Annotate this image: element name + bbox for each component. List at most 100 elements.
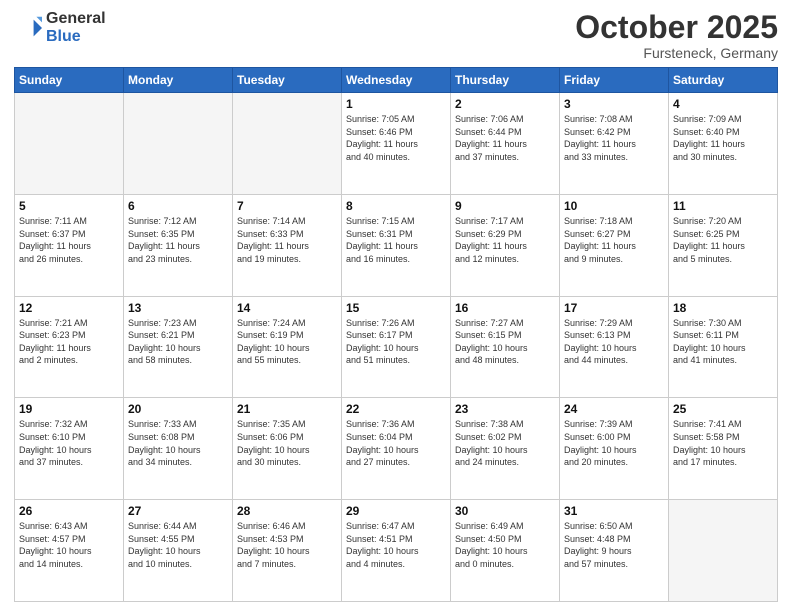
day-number: 16 bbox=[455, 301, 555, 315]
day-number: 26 bbox=[19, 504, 119, 518]
day-detail: Sunrise: 6:46 AM Sunset: 4:53 PM Dayligh… bbox=[237, 520, 337, 570]
logo-icon bbox=[14, 14, 42, 42]
calendar-table: SundayMondayTuesdayWednesdayThursdayFrid… bbox=[14, 67, 778, 602]
day-cell-2-5: 9Sunrise: 7:17 AM Sunset: 6:29 PM Daylig… bbox=[451, 194, 560, 296]
day-detail: Sunrise: 7:11 AM Sunset: 6:37 PM Dayligh… bbox=[19, 215, 119, 265]
weekday-header-sunday: Sunday bbox=[15, 68, 124, 93]
month-title: October 2025 bbox=[575, 10, 778, 45]
week-row-4: 19 Sunrise: 7:32 AM Sunset: 6:10 PM Dayli… bbox=[15, 398, 778, 500]
header: General Blue October 2025 Fursteneck, Ge… bbox=[14, 10, 778, 61]
day-detail: Sunrise: 7:06 AM Sunset: 6:44 PM Dayligh… bbox=[455, 113, 555, 163]
day-cell-5-4: 29 Sunrise: 6:47 AM Sunset: 4:51 PM Dayli… bbox=[342, 500, 451, 602]
day-number: 7 bbox=[237, 199, 337, 213]
day-cell-2-7: 11 Sunrise: 7:20 AM Sunset: 6:25 PM Dayli… bbox=[669, 194, 778, 296]
day-number: 5 bbox=[19, 199, 119, 213]
day-detail: Sunrise: 7:33 AM Sunset: 6:08 PM Dayligh… bbox=[128, 418, 228, 468]
day-detail: Sunrise: 7:23 AM Sunset: 6:21 PM Dayligh… bbox=[128, 317, 228, 367]
day-cell-4-2: 20 Sunrise: 7:33 AM Sunset: 6:08 PM Dayli… bbox=[124, 398, 233, 500]
day-cell-2-1: 5 Sunrise: 7:11 AM Sunset: 6:37 PM Daylig… bbox=[15, 194, 124, 296]
day-number: 29 bbox=[346, 504, 446, 518]
day-detail: Sunrise: 6:43 AM Sunset: 4:57 PM Dayligh… bbox=[19, 520, 119, 570]
day-cell-3-7: 18 Sunrise: 7:30 AM Sunset: 6:11 PM Dayli… bbox=[669, 296, 778, 398]
day-number: 2 bbox=[455, 97, 555, 111]
day-detail: Sunrise: 7:38 AM Sunset: 6:02 PM Dayligh… bbox=[455, 418, 555, 468]
day-cell-1-1 bbox=[15, 93, 124, 195]
day-number: 25 bbox=[673, 402, 773, 416]
day-detail: Sunrise: 7:30 AM Sunset: 6:11 PM Dayligh… bbox=[673, 317, 773, 367]
day-number: 20 bbox=[128, 402, 228, 416]
day-number: 30 bbox=[455, 504, 555, 518]
day-cell-3-6: 17 Sunrise: 7:29 AM Sunset: 6:13 PM Dayli… bbox=[560, 296, 669, 398]
day-number: 6 bbox=[128, 199, 228, 213]
day-number: 12 bbox=[19, 301, 119, 315]
day-detail: Sunrise: 6:50 AM Sunset: 4:48 PM Dayligh… bbox=[564, 520, 664, 570]
day-cell-5-6: 31 Sunrise: 6:50 AM Sunset: 4:48 PM Dayli… bbox=[560, 500, 669, 602]
day-number: 3 bbox=[564, 97, 664, 111]
day-number: 21 bbox=[237, 402, 337, 416]
week-row-2: 5 Sunrise: 7:11 AM Sunset: 6:37 PM Daylig… bbox=[15, 194, 778, 296]
day-number: 22 bbox=[346, 402, 446, 416]
weekday-header-wednesday: Wednesday bbox=[342, 68, 451, 93]
day-number: 17 bbox=[564, 301, 664, 315]
day-number: 13 bbox=[128, 301, 228, 315]
day-detail: Sunrise: 7:41 AM Sunset: 5:58 PM Dayligh… bbox=[673, 418, 773, 468]
day-cell-5-5: 30 Sunrise: 6:49 AM Sunset: 4:50 PM Dayli… bbox=[451, 500, 560, 602]
day-detail: Sunrise: 7:20 AM Sunset: 6:25 PM Dayligh… bbox=[673, 215, 773, 265]
day-cell-3-3: 14 Sunrise: 7:24 AM Sunset: 6:19 PM Dayli… bbox=[233, 296, 342, 398]
day-detail: Sunrise: 7:36 AM Sunset: 6:04 PM Dayligh… bbox=[346, 418, 446, 468]
day-cell-3-5: 16Sunrise: 7:27 AM Sunset: 6:15 PM Dayli… bbox=[451, 296, 560, 398]
logo: General Blue bbox=[14, 10, 106, 46]
day-detail: Sunrise: 7:09 AM Sunset: 6:40 PM Dayligh… bbox=[673, 113, 773, 163]
day-cell-4-6: 24Sunrise: 7:39 AM Sunset: 6:00 PM Dayli… bbox=[560, 398, 669, 500]
day-detail: Sunrise: 7:21 AM Sunset: 6:23 PM Dayligh… bbox=[19, 317, 119, 367]
day-number: 14 bbox=[237, 301, 337, 315]
weekday-header-thursday: Thursday bbox=[451, 68, 560, 93]
day-cell-5-1: 26 Sunrise: 6:43 AM Sunset: 4:57 PM Dayli… bbox=[15, 500, 124, 602]
logo-text: General Blue bbox=[46, 10, 106, 46]
day-cell-3-4: 15 Sunrise: 7:26 AM Sunset: 6:17 PM Dayli… bbox=[342, 296, 451, 398]
day-detail: Sunrise: 7:24 AM Sunset: 6:19 PM Dayligh… bbox=[237, 317, 337, 367]
day-detail: Sunrise: 7:29 AM Sunset: 6:13 PM Dayligh… bbox=[564, 317, 664, 367]
day-detail: Sunrise: 6:49 AM Sunset: 4:50 PM Dayligh… bbox=[455, 520, 555, 570]
day-cell-1-6: 3 Sunrise: 7:08 AM Sunset: 6:42 PM Daylig… bbox=[560, 93, 669, 195]
page: General Blue October 2025 Fursteneck, Ge… bbox=[0, 0, 792, 612]
day-number: 8 bbox=[346, 199, 446, 213]
day-number: 15 bbox=[346, 301, 446, 315]
day-number: 1 bbox=[346, 97, 446, 111]
day-cell-5-7 bbox=[669, 500, 778, 602]
day-cell-5-2: 27 Sunrise: 6:44 AM Sunset: 4:55 PM Dayli… bbox=[124, 500, 233, 602]
day-detail: Sunrise: 7:26 AM Sunset: 6:17 PM Dayligh… bbox=[346, 317, 446, 367]
day-number: 4 bbox=[673, 97, 773, 111]
weekday-header-tuesday: Tuesday bbox=[233, 68, 342, 93]
day-cell-4-1: 19 Sunrise: 7:32 AM Sunset: 6:10 PM Dayli… bbox=[15, 398, 124, 500]
day-number: 19 bbox=[19, 402, 119, 416]
day-number: 31 bbox=[564, 504, 664, 518]
day-detail: Sunrise: 7:08 AM Sunset: 6:42 PM Dayligh… bbox=[564, 113, 664, 163]
day-number: 24 bbox=[564, 402, 664, 416]
day-cell-4-3: 21 Sunrise: 7:35 AM Sunset: 6:06 PM Dayli… bbox=[233, 398, 342, 500]
day-detail: Sunrise: 7:18 AM Sunset: 6:27 PM Dayligh… bbox=[564, 215, 664, 265]
day-detail: Sunrise: 7:05 AM Sunset: 6:46 PM Dayligh… bbox=[346, 113, 446, 163]
day-cell-4-7: 25 Sunrise: 7:41 AM Sunset: 5:58 PM Dayli… bbox=[669, 398, 778, 500]
day-number: 27 bbox=[128, 504, 228, 518]
weekday-header-monday: Monday bbox=[124, 68, 233, 93]
day-cell-3-1: 12 Sunrise: 7:21 AM Sunset: 6:23 PM Dayli… bbox=[15, 296, 124, 398]
week-row-5: 26 Sunrise: 6:43 AM Sunset: 4:57 PM Dayli… bbox=[15, 500, 778, 602]
day-number: 11 bbox=[673, 199, 773, 213]
day-detail: Sunrise: 7:15 AM Sunset: 6:31 PM Dayligh… bbox=[346, 215, 446, 265]
day-detail: Sunrise: 6:47 AM Sunset: 4:51 PM Dayligh… bbox=[346, 520, 446, 570]
day-cell-5-3: 28Sunrise: 6:46 AM Sunset: 4:53 PM Dayli… bbox=[233, 500, 342, 602]
day-detail: Sunrise: 7:14 AM Sunset: 6:33 PM Dayligh… bbox=[237, 215, 337, 265]
subtitle: Fursteneck, Germany bbox=[575, 45, 778, 61]
day-number: 18 bbox=[673, 301, 773, 315]
day-detail: Sunrise: 6:44 AM Sunset: 4:55 PM Dayligh… bbox=[128, 520, 228, 570]
day-cell-4-5: 23Sunrise: 7:38 AM Sunset: 6:02 PM Dayli… bbox=[451, 398, 560, 500]
day-detail: Sunrise: 7:35 AM Sunset: 6:06 PM Dayligh… bbox=[237, 418, 337, 468]
day-cell-1-3 bbox=[233, 93, 342, 195]
day-detail: Sunrise: 7:32 AM Sunset: 6:10 PM Dayligh… bbox=[19, 418, 119, 468]
day-cell-2-2: 6 Sunrise: 7:12 AM Sunset: 6:35 PM Daylig… bbox=[124, 194, 233, 296]
day-cell-2-3: 7 Sunrise: 7:14 AM Sunset: 6:33 PM Daylig… bbox=[233, 194, 342, 296]
day-detail: Sunrise: 7:12 AM Sunset: 6:35 PM Dayligh… bbox=[128, 215, 228, 265]
title-block: October 2025 Fursteneck, Germany bbox=[575, 10, 778, 61]
week-row-1: 1 Sunrise: 7:05 AM Sunset: 6:46 PM Daylig… bbox=[15, 93, 778, 195]
